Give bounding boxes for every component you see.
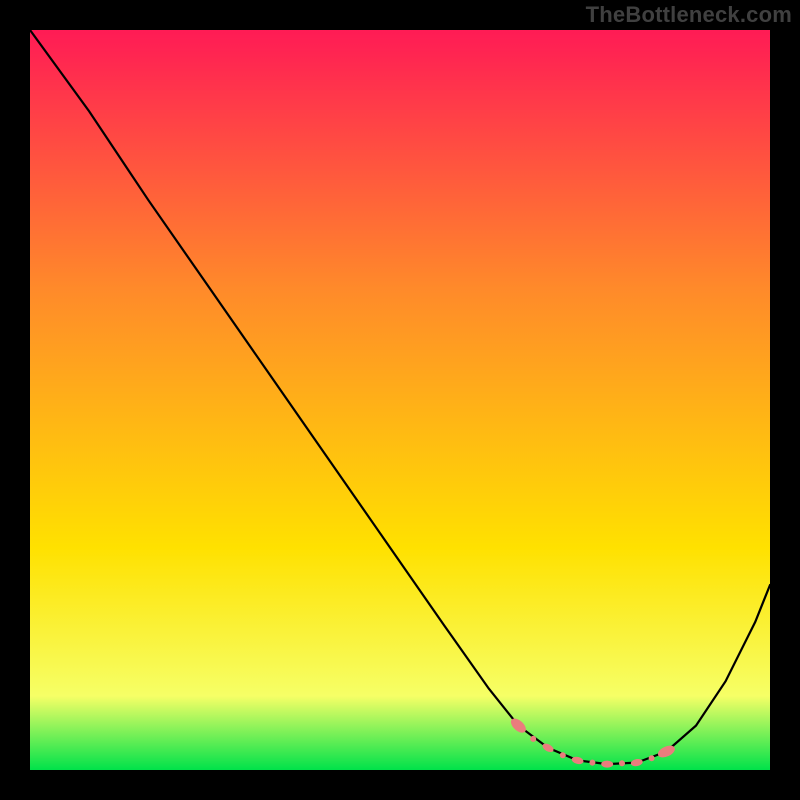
gradient-background	[30, 30, 770, 770]
watermark-text: TheBottleneck.com	[586, 2, 792, 28]
plot-area	[30, 30, 770, 770]
chart-frame: TheBottleneck.com	[0, 0, 800, 800]
chart-svg	[30, 30, 770, 770]
